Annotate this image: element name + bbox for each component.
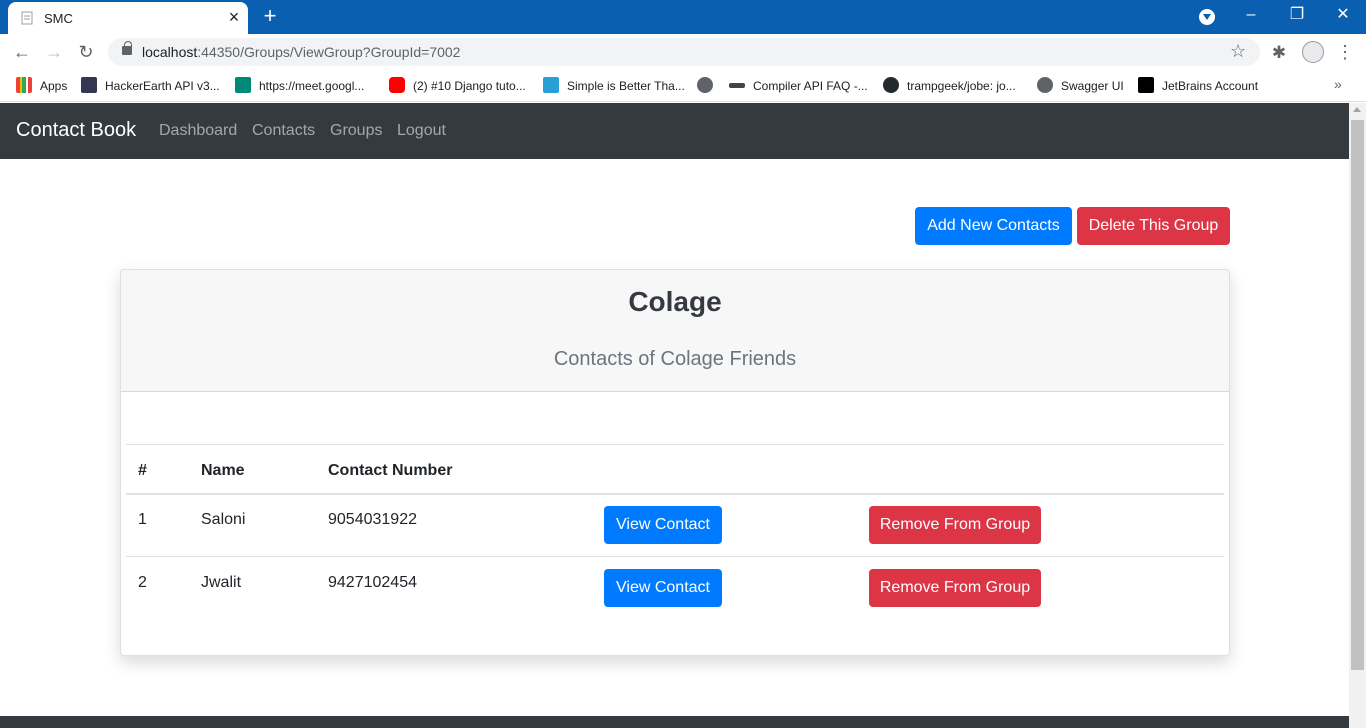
extensions-icon[interactable]: ✱	[1268, 42, 1290, 64]
delete-group-button[interactable]: Delete This Group	[1077, 207, 1230, 245]
apps-grid-icon	[16, 77, 32, 93]
scroll-up-icon[interactable]	[1353, 107, 1361, 112]
forward-icon[interactable]: →	[42, 40, 66, 64]
browser-toolbar: ← → ↻ localhost:44350/Groups/ViewGroup?G…	[0, 34, 1366, 70]
new-tab-button[interactable]: +	[258, 5, 282, 29]
address-bar[interactable]: localhost:44350/Groups/ViewGroup?GroupId…	[108, 38, 1260, 66]
bookmark-item[interactable]: HackerEarth API v3...	[81, 76, 220, 96]
minimize-icon[interactable]: –	[1228, 0, 1274, 34]
nav-dashboard[interactable]: Dashboard	[159, 122, 237, 140]
github-icon	[883, 77, 899, 93]
contact-name: Saloni	[201, 511, 246, 528]
bookmark-item[interactable]: Simple is Better Tha...	[543, 76, 685, 96]
contact-phone: 9427102454	[328, 574, 417, 591]
document-icon	[21, 11, 33, 25]
view-contact-button[interactable]: View Contact	[604, 569, 722, 607]
nav-groups[interactable]: Groups	[330, 122, 382, 140]
contact-name: Jwalit	[201, 574, 242, 591]
bookmark-star-icon[interactable]: ☆	[1230, 41, 1246, 62]
column-header-name: Name	[201, 462, 245, 479]
remove-from-group-button[interactable]: Remove From Group	[869, 506, 1041, 544]
meet-icon	[235, 77, 251, 93]
bookmark-item[interactable]	[697, 76, 721, 96]
bookmarks-bar: Apps HackerEarth API v3... https://meet.…	[0, 70, 1366, 102]
group-card: Colage Contacts of Colage Friends # Name…	[120, 269, 1230, 656]
column-header-number: #	[138, 462, 147, 479]
add-new-contacts-button[interactable]: Add New Contacts	[915, 207, 1072, 245]
table-header-border	[126, 493, 1224, 495]
view-contact-button[interactable]: View Contact	[604, 506, 722, 544]
reload-icon[interactable]: ↻	[74, 40, 98, 64]
row-number: 1	[138, 511, 147, 528]
column-header-contact-number: Contact Number	[328, 462, 453, 479]
close-window-icon[interactable]: ✕	[1320, 0, 1366, 34]
more-bookmarks-icon[interactable]: »	[1334, 76, 1342, 92]
bookmark-item[interactable]: (2) #10 Django tuto...	[389, 76, 526, 96]
youtube-icon	[389, 77, 405, 93]
bookmark-item[interactable]: Swagger UI	[1037, 76, 1124, 96]
menu-icon[interactable]: ⋮	[1336, 40, 1354, 64]
simple-better-icon	[543, 77, 559, 93]
bookmark-item[interactable]: JetBrains Account	[1138, 76, 1258, 96]
page-viewport: Contact Book Dashboard Contacts Groups L…	[0, 103, 1349, 728]
back-icon[interactable]: ←	[10, 40, 34, 64]
restore-icon[interactable]: ❐	[1274, 0, 1320, 34]
site-footer	[0, 716, 1349, 728]
bookmark-apps[interactable]: Apps	[16, 76, 67, 96]
tab-search-icon[interactable]	[1199, 9, 1215, 25]
page-scrollbar[interactable]	[1349, 103, 1366, 728]
bookmark-item[interactable]: https://meet.googl...	[235, 76, 364, 96]
group-description: Contacts of Colage Friends	[553, 348, 797, 370]
browser-tab[interactable]: SMC ×	[8, 2, 248, 34]
bookmark-item[interactable]: trampgeek/jobe: jo...	[883, 76, 1016, 96]
nav-contacts[interactable]: Contacts	[252, 122, 315, 140]
scrollbar-thumb[interactable]	[1351, 120, 1364, 670]
bookmark-item[interactable]: Compiler API FAQ -...	[729, 76, 868, 96]
globe-icon	[697, 77, 713, 93]
table-row-border	[126, 556, 1224, 557]
jetbrains-icon	[1138, 77, 1154, 93]
group-name: Colage	[628, 286, 722, 317]
remove-from-group-button[interactable]: Remove From Group	[869, 569, 1041, 607]
lock-icon	[122, 41, 132, 55]
row-number: 2	[138, 574, 147, 591]
browser-tabstrip: SMC × + – ❐ ✕	[0, 0, 1366, 34]
contact-phone: 9054031922	[328, 511, 417, 528]
nav-logout[interactable]: Logout	[397, 122, 446, 140]
globe-icon	[1037, 77, 1053, 93]
compiler-icon	[729, 83, 745, 88]
table-top-border	[126, 444, 1224, 445]
url-text[interactable]: localhost:44350/Groups/ViewGroup?GroupId…	[142, 44, 460, 60]
tab-title: SMC	[44, 11, 73, 26]
site-brand[interactable]: Contact Book	[16, 119, 136, 142]
close-tab-icon[interactable]: ×	[224, 7, 244, 27]
avatar[interactable]	[1302, 41, 1324, 63]
site-navbar: Contact Book Dashboard Contacts Groups L…	[0, 103, 1349, 159]
hackerearth-icon	[81, 77, 97, 93]
card-header: Colage Contacts of Colage Friends	[121, 270, 1229, 392]
